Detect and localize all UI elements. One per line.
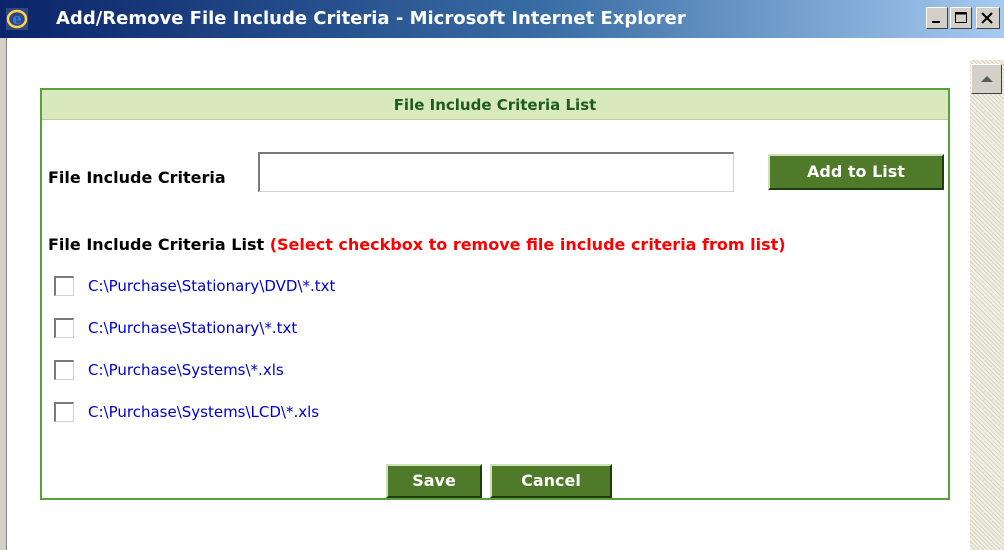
list-item-label: C:\Purchase\Stationary\*.txt [88, 319, 298, 337]
close-icon [981, 12, 993, 24]
remove-checkbox[interactable] [54, 360, 74, 380]
svg-text:e: e [12, 10, 22, 28]
add-to-list-button[interactable]: Add to List [768, 154, 944, 190]
criteria-input[interactable] [258, 152, 734, 192]
close-button[interactable] [976, 7, 1000, 29]
list-label: File Include Criteria List [48, 235, 265, 254]
list-hint: (Select checkbox to remove file include … [269, 235, 786, 254]
list-item-label: C:\Purchase\Systems\LCD\*.xls [88, 403, 320, 421]
cancel-button[interactable]: Cancel [490, 464, 612, 498]
minimize-icon [932, 21, 940, 23]
list-heading: File Include Criteria List (Select check… [48, 235, 786, 254]
remove-checkbox[interactable] [54, 318, 74, 338]
window-frame-left [0, 38, 7, 550]
vertical-scrollbar[interactable] [970, 60, 1004, 550]
scroll-up-arrow-icon [981, 76, 993, 82]
window-title: Add/Remove File Include Criteria - Micro… [56, 8, 686, 29]
criteria-label: File Include Criteria [48, 168, 226, 187]
minimize-button[interactable] [926, 7, 948, 29]
panel-header: File Include Criteria List [42, 90, 948, 120]
remove-checkbox[interactable] [54, 276, 74, 296]
browser-window: e Add/Remove File Include Criteria - Mic… [0, 0, 1004, 550]
maximize-icon [955, 12, 967, 23]
remove-checkbox[interactable] [54, 402, 74, 422]
list-item-label: C:\Purchase\Stationary\DVD\*.txt [88, 277, 336, 295]
criteria-panel: File Include Criteria List File Include … [40, 88, 950, 500]
ie-icon: e [6, 8, 28, 30]
scroll-up-button[interactable] [971, 64, 1002, 94]
title-bar[interactable]: e Add/Remove File Include Criteria - Mic… [0, 0, 1004, 38]
maximize-button[interactable] [950, 7, 972, 29]
save-button[interactable]: Save [386, 464, 482, 498]
list-item-label: C:\Purchase\Systems\*.xls [88, 361, 284, 379]
